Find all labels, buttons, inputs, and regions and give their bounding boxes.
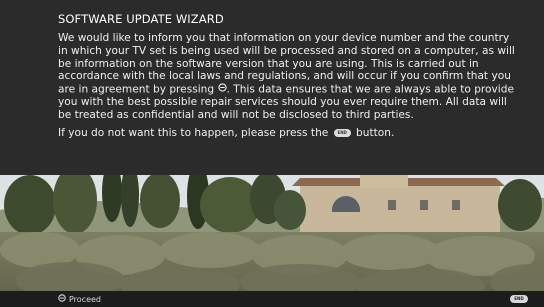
end-button[interactable]: END [510, 295, 528, 303]
ok-button-icon [58, 294, 66, 305]
proceed-button[interactable]: Proceed [58, 294, 101, 305]
dialog-message: We would like to inform you that informa… [58, 32, 520, 122]
footer-bar: Proceed END [0, 291, 544, 307]
end-pill-label: END [337, 129, 347, 135]
dialog-title: SOFTWARE UPDATE WIZARD [58, 12, 224, 26]
ok-button-icon [217, 83, 227, 96]
software-update-dialog: SOFTWARE UPDATE WIZARD We would like to … [0, 0, 544, 175]
decline-message: If you do not want this to happen, pleas… [58, 127, 520, 140]
decline-part2: button. [356, 126, 395, 139]
end-button-icon: END [333, 128, 351, 137]
proceed-label: Proceed [69, 294, 102, 304]
decline-part1: If you do not want this to happen, pleas… [58, 126, 329, 139]
